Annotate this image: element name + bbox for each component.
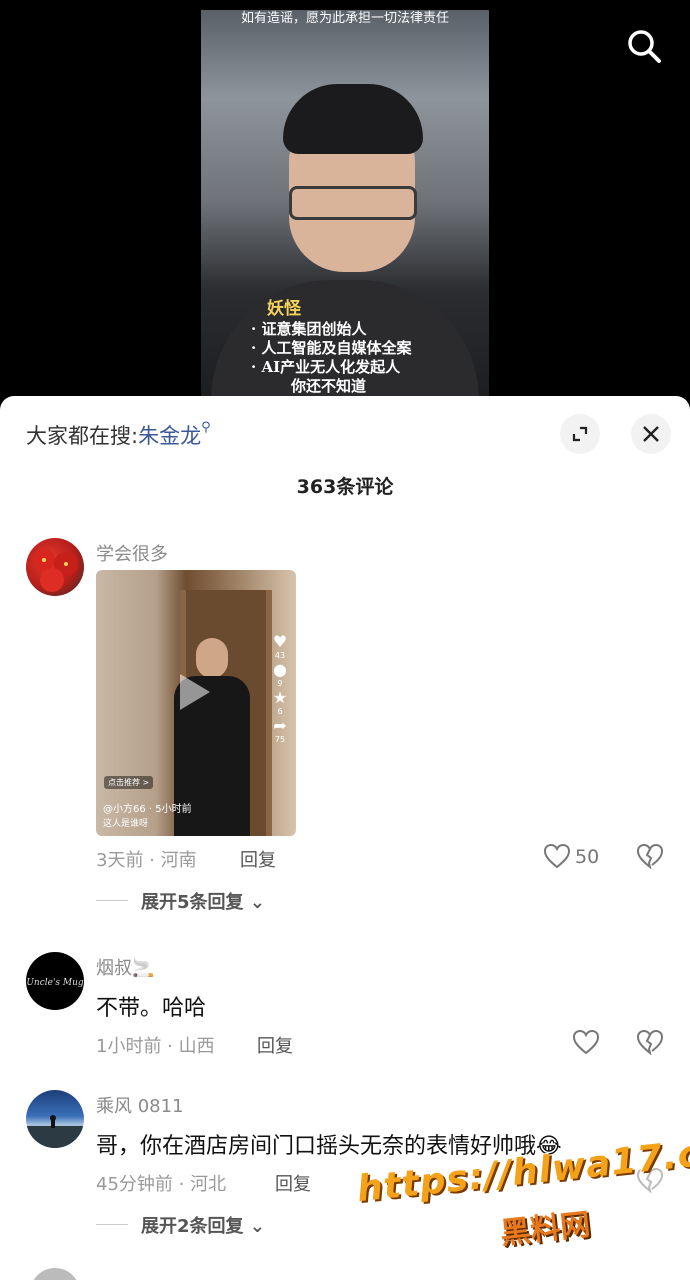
- expand-replies-button[interactable]: 展开2条回复 ⌄: [141, 1212, 265, 1238]
- thumb-like-count: 43: [274, 651, 286, 660]
- person-glasses: [289, 186, 417, 220]
- video-caption-line: · 人工智能及自媒体全案: [251, 339, 412, 357]
- heart-icon: ♥: [272, 632, 288, 651]
- chevron-down-icon: ⌄: [249, 1216, 265, 1237]
- comment-video-thumbnail[interactable]: ♥ 43 ● 9 ★ 6 ➦ 75 点击推荐 > @小方66 · 5小时前 这人…: [96, 570, 296, 836]
- hot-search-label: 大家都在搜:: [26, 424, 139, 448]
- video-caption-line: 你还不知道: [291, 377, 367, 395]
- divider-line: [96, 1224, 128, 1225]
- expand-replies-button[interactable]: 展开5条回复 ⌄: [141, 888, 265, 914]
- comment-author[interactable]: 烟叔🚬: [96, 954, 154, 980]
- play-icon: [180, 674, 210, 710]
- avatar[interactable]: [30, 1268, 80, 1280]
- comment-author[interactable]: 乘风 0811: [96, 1092, 184, 1118]
- thumb-side-rail: ♥ 43 ● 9 ★ 6 ➦ 75: [268, 632, 292, 744]
- comment-meta: 45分钟前 · 河北: [96, 1174, 227, 1195]
- svg-text:Uncle's Mug: Uncle's Mug: [26, 978, 84, 988]
- close-icon: [643, 426, 659, 442]
- share-icon: ➦: [273, 716, 287, 735]
- person-hair: [283, 84, 423, 154]
- search-icon[interactable]: [624, 26, 664, 66]
- video-caption: 妖怪 · 证意集团创始人 · 人工智能及自媒体全案 · AI产业无人化发起人 你…: [251, 298, 411, 396]
- hot-search-keyword[interactable]: 朱金龙: [138, 424, 201, 448]
- close-button[interactable]: [631, 414, 671, 454]
- heart-icon: [543, 843, 571, 869]
- thumb-fav-count: 6: [277, 707, 283, 716]
- search-small-icon: ⚲: [201, 420, 211, 435]
- broken-heart-icon: [636, 1029, 664, 1056]
- comment-meta: 1小时前 · 山西: [96, 1036, 215, 1057]
- avatar[interactable]: [26, 1090, 84, 1148]
- like-button[interactable]: [543, 843, 571, 873]
- reply-button[interactable]: 回复: [275, 1170, 311, 1196]
- thumb-desc: 这人是谁呀: [103, 819, 149, 829]
- like-count: 50: [575, 846, 600, 868]
- watermark-name: 黑料网: [498, 1207, 592, 1252]
- dislike-button[interactable]: [636, 1029, 664, 1059]
- video-caption-title: 妖怪: [267, 299, 301, 319]
- broken-heart-icon: [636, 843, 664, 870]
- thumb-user: @小方66 · 5小时前: [103, 804, 192, 815]
- divider-line: [96, 900, 128, 901]
- video-caption-line: · 证意集团创始人: [251, 320, 367, 338]
- avatar[interactable]: Uncle's Mug: [26, 952, 84, 1010]
- video-frame[interactable]: 如有造谣，愿为此承担一切法律责任 妖怪 · 证意集团创始人 · 人工智能及自媒体…: [201, 10, 489, 410]
- expand-icon: [572, 426, 588, 442]
- heart-icon: [572, 1029, 600, 1055]
- thumb-share-count: 75: [274, 735, 286, 744]
- comment-meta: 3天前 · 河南: [96, 850, 197, 871]
- expand-replies-label: 展开5条回复: [141, 892, 244, 913]
- reply-button[interactable]: 回复: [257, 1032, 293, 1058]
- comment-author[interactable]: 学会很多: [96, 540, 168, 566]
- video-player[interactable]: 如有造谣，愿为此承担一切法律责任 妖怪 · 证意集团创始人 · 人工智能及自媒体…: [0, 0, 690, 420]
- chevron-down-icon: ⌄: [249, 892, 265, 913]
- comment-icon: ●: [273, 660, 287, 679]
- avatar[interactable]: [26, 538, 84, 596]
- thumb-comment-count: 9: [277, 679, 283, 688]
- comment-count: 363条评论: [296, 476, 394, 498]
- expand-replies-label: 展开2条回复: [141, 1216, 244, 1237]
- star-icon: ★: [272, 688, 288, 707]
- hot-search-bar[interactable]: 大家都在搜:朱金龙⚲: [26, 420, 211, 450]
- video-top-caption: 如有造谣，愿为此承担一切法律责任: [240, 11, 449, 26]
- video-caption-line: · AI产业无人化发起人: [251, 358, 401, 376]
- reply-button[interactable]: 回复: [240, 846, 276, 872]
- thumb-recommend-tag: 点击推荐 >: [104, 776, 154, 789]
- dislike-button[interactable]: [636, 843, 664, 873]
- like-button[interactable]: [572, 1029, 600, 1059]
- comment-text: 不带。哈哈: [96, 996, 207, 1021]
- expand-button[interactable]: [560, 414, 600, 454]
